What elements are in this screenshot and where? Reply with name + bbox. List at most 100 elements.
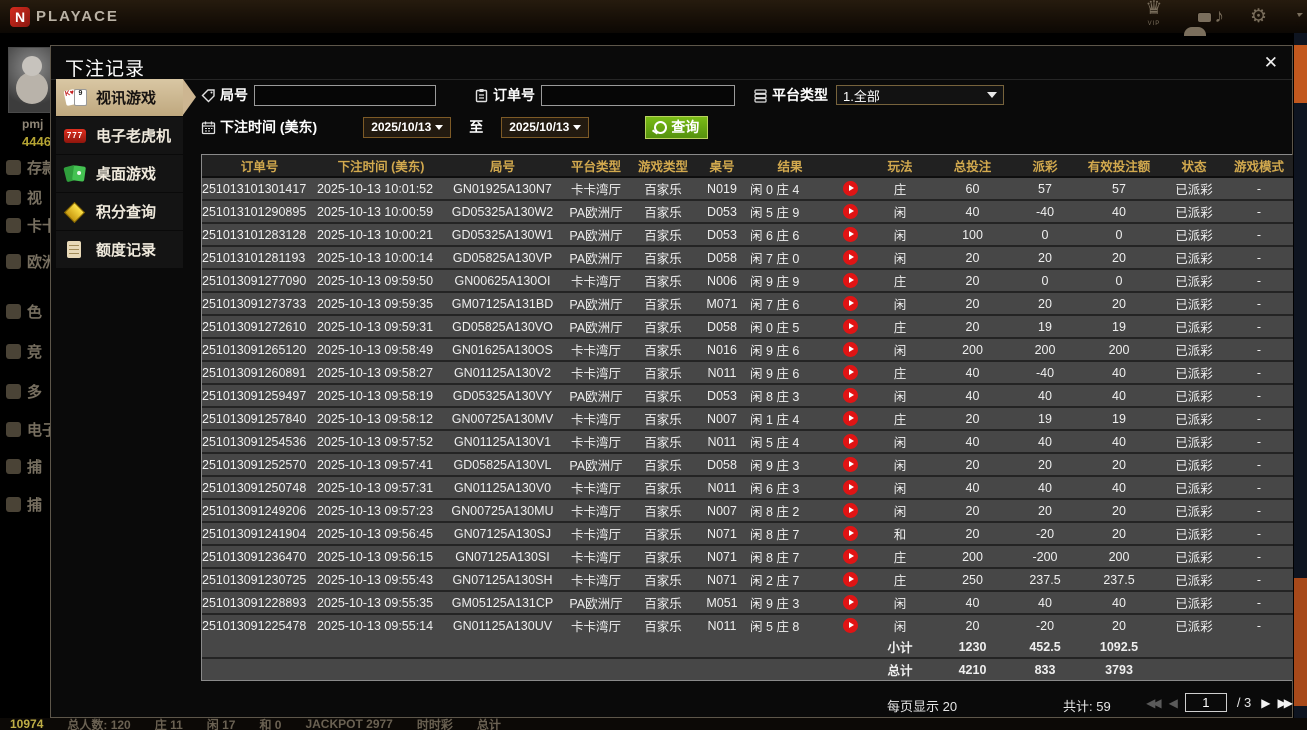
cell-platform-type: 卡卡湾厅 (560, 522, 632, 546)
menu-item-table-games[interactable]: 桌面游戏 (56, 155, 183, 192)
col-time: 下注时间 (美东) (317, 155, 445, 178)
prev-page-button[interactable]: ◀ (1169, 696, 1178, 710)
cell-payout: 20 (1015, 246, 1075, 270)
play-video-button[interactable] (842, 549, 858, 565)
lobby-nav-icon (6, 421, 21, 437)
cell-table-number: N007 (694, 407, 750, 431)
date-to-picker[interactable]: 2025/10/13 (501, 116, 590, 138)
cell-result: 闲 8 庄 2 (750, 499, 830, 523)
cell-table-number: N019 (694, 177, 750, 201)
cell-game-mode: - (1225, 476, 1293, 500)
lobby-nav-icon (6, 217, 21, 233)
cell-result: 闲 9 庄 3 (750, 453, 830, 477)
cell-order-number: 251013091252570 (202, 453, 317, 477)
play-video-button[interactable] (842, 457, 858, 473)
vip-icon[interactable]: ♛ VIP (1145, 0, 1162, 34)
cell-payout: 20 (1015, 453, 1075, 477)
next-page-button[interactable]: ▶ (1261, 696, 1270, 710)
order-number-input[interactable] (541, 84, 735, 106)
query-button[interactable]: 查询 (645, 115, 709, 139)
date-from-picker[interactable]: 2025/10/13 (363, 116, 452, 138)
ticker-item: 总计 (476, 718, 501, 730)
table-row: 251013091265120 2025-10-13 09:58:49 GN0162… (202, 338, 1293, 362)
play-video-button[interactable] (842, 296, 858, 312)
records-menu: K♥ 9 视讯游戏 777 电子老虎机 桌面游戏 积分查询 额度记录 (56, 79, 196, 269)
lobby-nav-label: 捕 (27, 458, 43, 476)
cell-total-bet: 40 (930, 361, 1015, 385)
play-video-button[interactable] (842, 572, 858, 588)
lobby-nav-item[interactable]: 色 (6, 299, 42, 323)
cell-total-bet: 200 (930, 545, 1015, 569)
cell-round-number: GN01125A130V0 (445, 476, 560, 500)
cell-table-number: N071 (694, 568, 750, 592)
subtotal-payout: 452.5 (1015, 636, 1075, 659)
page-count-label: / 3 (1236, 695, 1252, 710)
playace-logo[interactable]: N PLAYACE (10, 6, 119, 27)
cell-valid-bet: 19 (1075, 407, 1163, 431)
order-number-label: 订单号 (493, 87, 535, 103)
close-icon[interactable]: ✕ (1264, 54, 1278, 71)
cell-bet-on: 庄 (870, 407, 930, 431)
lobby-nav-item[interactable]: 多 (6, 379, 42, 403)
settings-gear-icon[interactable]: ⚙ (1250, 7, 1267, 26)
cell-game-mode: - (1225, 614, 1293, 636)
play-video-button[interactable] (842, 227, 858, 243)
play-video-button[interactable] (842, 434, 858, 450)
play-video-button[interactable] (842, 503, 858, 519)
play-video-button[interactable] (842, 388, 858, 404)
play-video-button[interactable] (842, 365, 858, 381)
cell-play (830, 384, 870, 408)
round-number-input[interactable] (254, 84, 436, 106)
lobby-background-right (1294, 33, 1307, 718)
play-video-button[interactable] (842, 342, 858, 358)
play-video-button[interactable] (842, 204, 858, 220)
lobby-nav-item[interactable]: 视 (6, 185, 42, 209)
cell-game-type: 百家乐 (632, 453, 694, 477)
play-video-button[interactable] (842, 618, 858, 634)
cell-valid-bet: 57 (1075, 177, 1163, 201)
play-video-button[interactable] (842, 411, 858, 427)
cell-result: 闲 8 庄 7 (750, 545, 830, 569)
music-icon[interactable]: ♪ (1214, 7, 1224, 26)
play-video-button[interactable] (842, 526, 858, 542)
cell-round-number: GD05825A130VL (445, 453, 560, 477)
cell-platform-type: 卡卡湾厅 (560, 177, 632, 201)
cell-valid-bet: 0 (1075, 223, 1163, 247)
lobby-nav-item[interactable]: 捕 (6, 492, 42, 516)
cell-result: 闲 6 庄 6 (750, 223, 830, 247)
play-video-button[interactable] (842, 250, 858, 266)
cell-total-bet: 40 (930, 591, 1015, 615)
play-video-button[interactable] (842, 480, 858, 496)
col-result: 结果 (750, 155, 830, 178)
date-to-value: 2025/10/13 (509, 120, 570, 134)
menu-item-slots[interactable]: 777 电子老虎机 (56, 117, 183, 154)
cell-game-mode: - (1225, 292, 1293, 316)
lobby-nav-item[interactable]: 捕 (6, 454, 42, 478)
cell-table-number: N011 (694, 361, 750, 385)
table-row: 251013101283128 2025-10-13 10:00:21 GD0532… (202, 223, 1293, 247)
first-page-button[interactable]: ◀◀ (1146, 696, 1162, 710)
play-video-button[interactable] (842, 273, 858, 289)
lobby-nav-item[interactable]: 竞 (6, 339, 42, 363)
menu-item-live-games[interactable]: K♥ 9 视讯游戏 (56, 79, 196, 116)
last-page-button[interactable]: ▶▶ (1278, 696, 1294, 710)
play-video-button[interactable] (842, 181, 858, 197)
menu-item-credit-records[interactable]: 额度记录 (56, 231, 183, 268)
play-video-button[interactable] (842, 319, 858, 335)
cell-game-mode: - (1225, 246, 1293, 270)
page-number-input[interactable]: 1 (1184, 693, 1227, 712)
cell-total-bet: 20 (930, 522, 1015, 546)
play-video-button[interactable] (842, 595, 858, 611)
table-row: 251013101281193 2025-10-13 10:00:14 GD0582… (202, 246, 1293, 270)
lobby-nav-icon (6, 253, 21, 269)
cell-payout: -40 (1015, 361, 1075, 385)
cell-order-number: 251013091257840 (202, 407, 317, 431)
cell-round-number: GD05325A130W2 (445, 200, 560, 224)
cell-order-number: 251013091272610 (202, 315, 317, 339)
cell-table-number: N011 (694, 430, 750, 454)
menu-item-points-query[interactable]: 积分查询 (56, 193, 183, 230)
cell-valid-bet: 20 (1075, 614, 1163, 636)
cell-total-bet: 60 (930, 177, 1015, 201)
cell-order-number: 251013091250748 (202, 476, 317, 500)
platform-type-select[interactable]: 1.全部 (836, 85, 1004, 105)
